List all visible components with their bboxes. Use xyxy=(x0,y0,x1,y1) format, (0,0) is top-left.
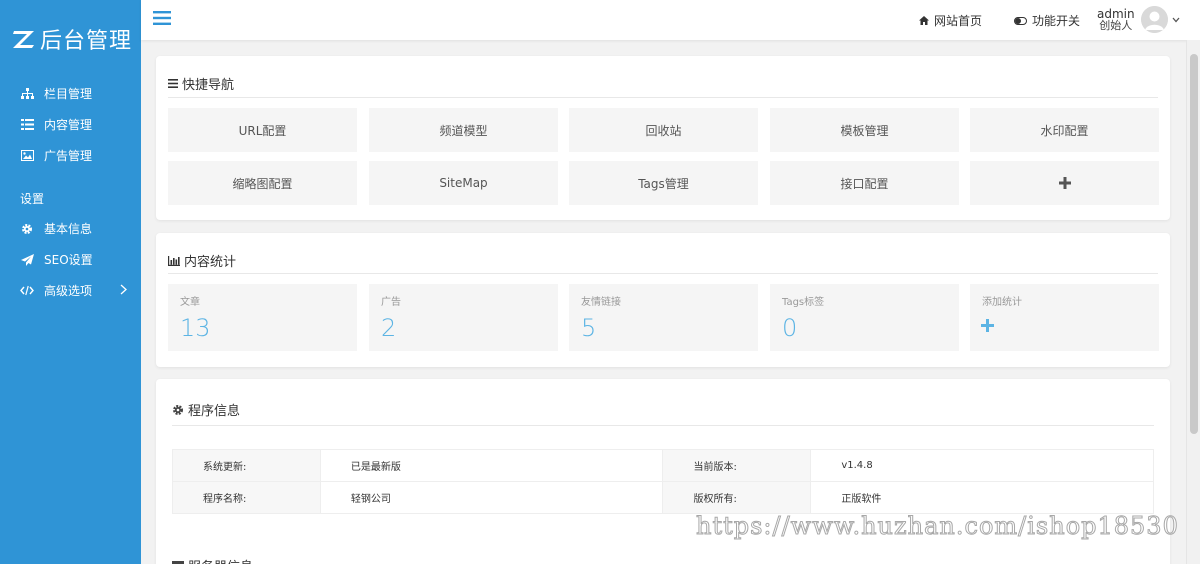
stat-label: 广告 xyxy=(381,297,401,308)
sidebar-item-label: 基本信息 xyxy=(44,222,93,236)
sidebar-group-settings: 设置 xyxy=(20,192,45,206)
scrollbar-thumb[interactable] xyxy=(1190,54,1198,434)
image-icon xyxy=(20,149,34,163)
info-value: 轻钢公司 xyxy=(319,481,664,514)
divider xyxy=(168,273,1158,274)
quick-btn-watermark-config[interactable]: 水印配置 xyxy=(970,108,1159,152)
info-key: 当前版本: xyxy=(662,449,812,482)
chevron-right-icon xyxy=(120,284,127,295)
quick-btn-tags-management[interactable]: Tags管理 xyxy=(569,161,758,205)
quick-btn-channel-model[interactable]: 频道模型 xyxy=(369,108,558,152)
feature-toggle-label: 功能开关 xyxy=(1032,14,1081,28)
stat-card-friend-links[interactable]: 友情链接 5 xyxy=(569,284,758,351)
sidebar-item-column-management[interactable]: 栏目管理 xyxy=(0,78,141,109)
info-key: 系统更新: xyxy=(172,449,321,482)
quick-nav-title: 快捷导航 xyxy=(168,74,234,93)
logo[interactable]: 后台管理 xyxy=(0,0,141,78)
top-header: 网站首页 功能开关 admin 创始人 xyxy=(141,0,1200,40)
server-icon xyxy=(172,560,184,564)
table-row: 系统更新: 已是最新版 当前版本: v1.4.8 xyxy=(172,449,1154,482)
stat-card-articles[interactable]: 文章 13 xyxy=(168,284,357,351)
quick-btn-template-management[interactable]: 模板管理 xyxy=(770,108,959,152)
watermark-text: https://www.huzhan.com/ishop18530 xyxy=(696,512,1179,541)
quick-btn-add[interactable] xyxy=(970,161,1159,205)
home-link-label: 网站首页 xyxy=(934,14,983,28)
info-value: v1.4.8 xyxy=(810,449,1154,482)
sidebar-settings-nav: 基本信息 SEO设置 高级选项 xyxy=(0,213,141,306)
gear-icon xyxy=(20,222,34,236)
stat-label: Tags标签 xyxy=(782,297,825,308)
info-value: 正版软件 xyxy=(810,481,1154,514)
server-info-title-text: 服务器信息 xyxy=(188,556,253,564)
quick-nav-panel: 快捷导航 URL配置 频道模型 回收站 模板管理 水印配置 缩略图配置 Site… xyxy=(156,56,1170,220)
sidebar-item-label: 栏目管理 xyxy=(44,87,93,101)
user-info: admin 创始人 xyxy=(1097,8,1135,32)
bar-chart-icon xyxy=(168,255,180,266)
stat-label: 文章 xyxy=(180,297,200,308)
feature-toggle-link[interactable]: 功能开关 xyxy=(1014,12,1080,29)
content-stats-panel: 内容统计 文章 13 广告 2 友情链接 5 Tags标签 0 添加统计 xyxy=(156,233,1170,367)
sidebar-item-basic-info[interactable]: 基本信息 xyxy=(0,213,141,244)
divider xyxy=(172,425,1154,426)
logo-icon xyxy=(13,31,34,48)
sitemap-icon xyxy=(20,87,34,101)
quick-btn-thumbnail-config[interactable]: 缩略图配置 xyxy=(168,161,357,205)
quick-btn-sitemap[interactable]: SiteMap xyxy=(369,161,558,205)
stat-card-add[interactable]: 添加统计 xyxy=(970,284,1159,351)
stat-value: 5 xyxy=(581,314,597,342)
paper-plane-icon xyxy=(20,253,34,267)
stat-value: 2 xyxy=(381,314,397,342)
stat-card-ads[interactable]: 广告 2 xyxy=(369,284,558,351)
info-key: 版权所有: xyxy=(662,481,812,514)
toggle-icon xyxy=(1014,16,1027,25)
home-icon xyxy=(919,16,929,25)
server-info-title: 服务器信息 xyxy=(172,556,253,564)
stat-card-tags[interactable]: Tags标签 0 xyxy=(770,284,959,351)
stat-add-label: 添加统计 xyxy=(982,297,1022,308)
content-stats-title: 内容统计 xyxy=(168,251,236,270)
program-info-table: 系统更新: 已是最新版 当前版本: v1.4.8 程序名称: 轻钢公司 版权所有… xyxy=(172,449,1154,514)
info-value: 已是最新版 xyxy=(319,449,664,482)
page-scrollbar[interactable] xyxy=(1186,40,1200,564)
quick-btn-interface-config[interactable]: 接口配置 xyxy=(770,161,959,205)
home-link[interactable]: 网站首页 xyxy=(919,12,982,29)
sidebar-item-label: SEO设置 xyxy=(44,253,93,267)
logo-text: 后台管理 xyxy=(40,29,133,54)
chevron-down-icon xyxy=(1172,17,1180,22)
divider xyxy=(168,97,1158,98)
plus-icon xyxy=(1058,177,1071,189)
quick-btn-url-config[interactable]: URL配置 xyxy=(168,108,357,152)
user-role: 创始人 xyxy=(1099,18,1133,32)
sidebar-item-label: 内容管理 xyxy=(44,118,93,132)
program-info-title-text: 程序信息 xyxy=(188,404,241,419)
stat-value: 0 xyxy=(782,314,798,342)
user-avatar-icon xyxy=(1140,6,1168,33)
sidebar: 后台管理 栏目管理 内容管理 广告管理 设置 基本信息 SEO设置 高级选项 xyxy=(0,0,141,564)
plus-icon xyxy=(981,319,994,332)
info-key: 程序名称: xyxy=(172,481,321,514)
sidebar-item-label: 广告管理 xyxy=(44,149,93,163)
user-name: admin xyxy=(1097,6,1135,21)
sidebar-item-advanced-options[interactable]: 高级选项 xyxy=(0,275,141,306)
sidebar-item-ad-management[interactable]: 广告管理 xyxy=(0,140,141,171)
avatar[interactable] xyxy=(1140,6,1168,33)
user-menu[interactable]: admin 创始人 xyxy=(1097,6,1180,33)
quick-btn-recycle-bin[interactable]: 回收站 xyxy=(569,108,758,152)
sidebar-item-label: 高级选项 xyxy=(44,284,93,298)
sidebar-item-seo-settings[interactable]: SEO设置 xyxy=(0,244,141,275)
gear-icon xyxy=(173,404,183,415)
sidebar-item-content-management[interactable]: 内容管理 xyxy=(0,109,141,140)
table-row: 程序名称: 轻钢公司 版权所有: 正版软件 xyxy=(172,481,1154,514)
bars-icon xyxy=(168,79,178,88)
menu-toggle-icon[interactable] xyxy=(153,10,171,26)
code-icon xyxy=(20,284,34,298)
list-icon xyxy=(20,118,34,132)
program-info-title: 程序信息 xyxy=(172,400,240,419)
quick-nav-title-text: 快捷导航 xyxy=(182,78,235,93)
stat-label: 友情链接 xyxy=(581,297,621,308)
content-stats-title-text: 内容统计 xyxy=(184,255,237,270)
stat-value: 13 xyxy=(180,314,211,342)
sidebar-nav: 栏目管理 内容管理 广告管理 xyxy=(0,78,141,171)
